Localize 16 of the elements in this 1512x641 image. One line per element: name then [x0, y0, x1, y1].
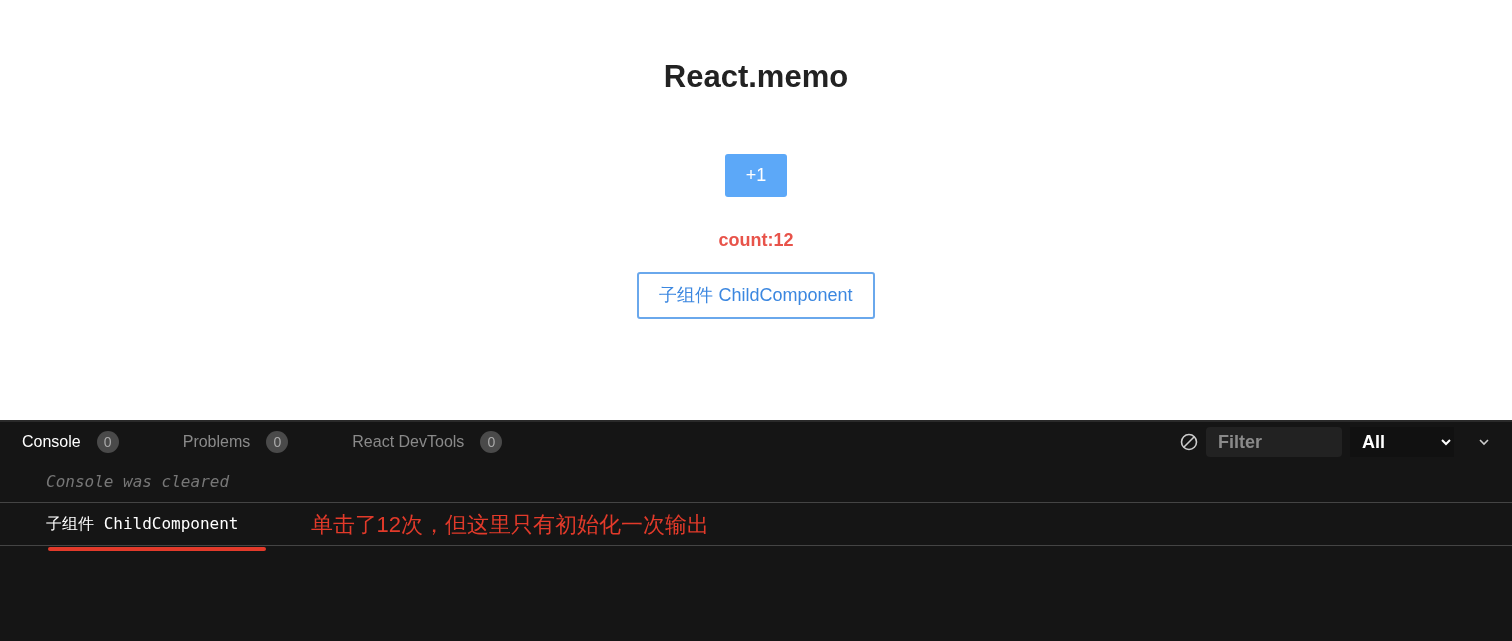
console-message: 子组件 ChildComponent [46, 513, 239, 535]
level-select[interactable]: All [1350, 427, 1454, 457]
filter-field[interactable]: Filter [1206, 427, 1342, 457]
console-tab[interactable]: Problems [182, 430, 251, 454]
count-badge: 0 [266, 431, 289, 453]
count-badge: 0 [480, 431, 503, 453]
annotation-text: 单击了12次，但这里只有初始化一次输出 [310, 510, 709, 539]
count-text: count:12 [718, 229, 794, 252]
console-tab[interactable]: React DevTools [352, 430, 465, 454]
chevron-down-icon[interactable] [1478, 438, 1490, 446]
console-tab[interactable]: Console [22, 430, 81, 454]
child-component-box: 子组件 ChildComponent [637, 272, 875, 319]
count-badge: 0 [96, 431, 119, 453]
page-title: React.memo [663, 58, 849, 96]
console-message: Console was cleared [46, 471, 230, 493]
clear-icon[interactable] [1180, 433, 1198, 451]
